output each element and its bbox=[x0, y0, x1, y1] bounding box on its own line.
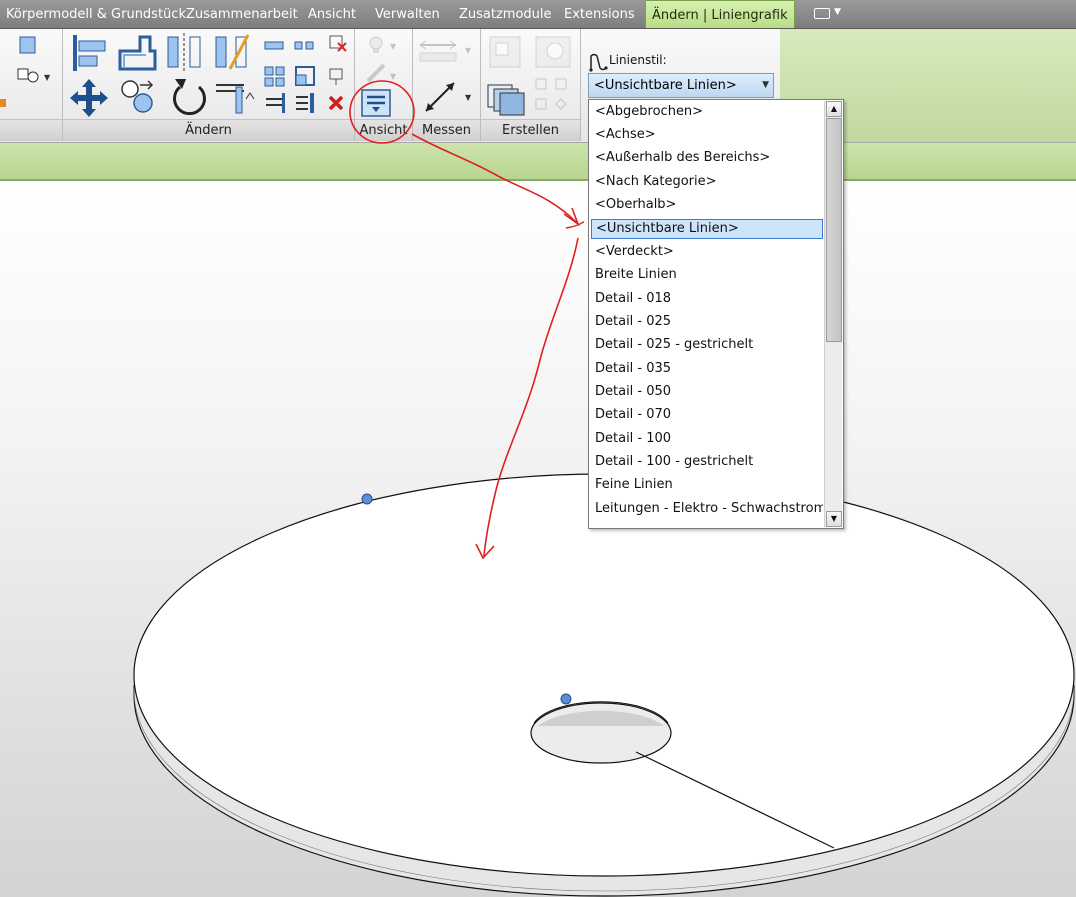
tab-koerpermodell[interactable]: Körpermodell & Grundstück bbox=[0, 0, 192, 28]
split-icon[interactable] bbox=[264, 41, 284, 50]
unpin-icon[interactable] bbox=[329, 35, 347, 52]
offset-icon[interactable] bbox=[118, 35, 157, 71]
option-detail-025-gestrichelt[interactable]: Detail - 025 - gestrichelt bbox=[591, 335, 823, 355]
disc-model bbox=[133, 473, 1075, 897]
group-icon bbox=[535, 78, 567, 110]
copy-icon[interactable] bbox=[121, 80, 154, 113]
rotate-icon[interactable] bbox=[173, 79, 206, 116]
pin-icon[interactable] bbox=[329, 68, 343, 85]
option-abgebrochen[interactable]: <Abgebrochen> bbox=[591, 102, 823, 122]
panel-title-aendern[interactable]: Ändern bbox=[63, 119, 354, 141]
tab-extensions[interactable]: Extensions bbox=[558, 0, 641, 28]
trim-icon[interactable] bbox=[216, 84, 255, 114]
svg-text:▼: ▼ bbox=[390, 42, 397, 51]
svg-text:▼: ▼ bbox=[44, 73, 51, 82]
line-style-value: <Unsichtbare Linien> bbox=[594, 78, 737, 93]
line-style-dropdown-list[interactable]: <Abgebrochen> <Achse> <Außerhalb des Ber… bbox=[588, 99, 844, 529]
chevron-down-icon[interactable]: ▼ bbox=[834, 7, 841, 17]
option-leitungen-elektro-schwachstrom[interactable]: Leitungen - Elektro - Schwachstrom bbox=[591, 499, 823, 519]
scrollbar-thumb[interactable] bbox=[826, 118, 842, 342]
trim-extend-icon[interactable] bbox=[266, 93, 285, 113]
panel-title-messen[interactable]: Messen bbox=[413, 119, 480, 141]
line-style-icon bbox=[589, 53, 608, 72]
line-style-label: Linienstil: bbox=[609, 53, 667, 67]
panel-title-ansicht[interactable]: Ansicht bbox=[355, 119, 412, 141]
option-detail-070[interactable]: Detail - 070 bbox=[591, 405, 823, 425]
panel-title-erstellen[interactable]: Erstellen bbox=[481, 119, 580, 141]
tab-verwalten[interactable]: Verwalten bbox=[369, 0, 446, 28]
tab-ansicht[interactable]: Ansicht bbox=[302, 0, 362, 28]
option-nach-kategorie[interactable]: <Nach Kategorie> bbox=[591, 172, 823, 192]
option-detail-018[interactable]: Detail - 018 bbox=[591, 289, 823, 309]
tab-zusammenarbeit[interactable]: Zusammenarbeit bbox=[180, 0, 304, 28]
option-achse[interactable]: <Achse> bbox=[591, 125, 823, 145]
option-detail-100-gestrichelt[interactable]: Detail - 100 - gestrichelt bbox=[591, 452, 823, 472]
trim-multiple-icon[interactable] bbox=[296, 93, 314, 113]
option-detail-050[interactable]: Detail - 050 bbox=[591, 382, 823, 402]
array-icon[interactable] bbox=[264, 66, 285, 87]
options-bar bbox=[0, 143, 1076, 181]
create-similar-icon bbox=[535, 36, 571, 68]
panel-title-left bbox=[0, 119, 62, 141]
option-detail-100[interactable]: Detail - 100 bbox=[591, 429, 823, 449]
scale-icon[interactable] bbox=[295, 66, 315, 86]
grip-handle[interactable] bbox=[361, 493, 373, 505]
split-gap-icon[interactable] bbox=[294, 41, 314, 50]
option-verdeckt[interactable]: <Verdeckt> bbox=[591, 242, 823, 262]
mirror-axis-icon[interactable] bbox=[167, 33, 201, 71]
chevron-down-icon[interactable]: ▼ bbox=[762, 74, 769, 97]
paint-icon: ▼ bbox=[366, 63, 397, 83]
move-icon[interactable] bbox=[70, 79, 108, 117]
select-icon[interactable]: ▼ bbox=[0, 36, 51, 107]
option-feine-linien[interactable]: Feine Linien bbox=[591, 475, 823, 495]
ribbon-tool-icons: ▼ ▼ ▼ ▼ ▼ bbox=[0, 33, 571, 117]
option-detail-035[interactable]: Detail - 035 bbox=[591, 359, 823, 379]
create-parts-icon[interactable] bbox=[487, 84, 525, 116]
delete-icon[interactable] bbox=[328, 95, 344, 111]
option-detail-025[interactable]: Detail - 025 bbox=[591, 312, 823, 332]
scroll-up-button[interactable]: ▲ bbox=[826, 101, 842, 117]
bulb-icon: ▼ bbox=[369, 36, 397, 53]
measure-icon: ▼ bbox=[419, 40, 472, 62]
option-breite-linien[interactable]: Breite Linien bbox=[591, 265, 823, 285]
line-style-combobox[interactable]: <Unsichtbare Linien> ▼ bbox=[588, 73, 774, 98]
drawing-viewport[interactable] bbox=[0, 181, 1076, 897]
tab-aendern-liniengrafik[interactable]: Ändern | Liniengrafik bbox=[645, 0, 795, 28]
option-unsichtbare-linien[interactable]: <Unsichtbare Linien> bbox=[591, 219, 823, 239]
panel-toggle-icon[interactable] bbox=[814, 8, 830, 19]
scroll-down-button[interactable]: ▼ bbox=[826, 511, 842, 527]
svg-text:▼: ▼ bbox=[465, 93, 472, 102]
option-oberhalb[interactable]: <Oberhalb> bbox=[591, 195, 823, 215]
ribbon-tab-bar: Körpermodell & Grundstück Zusammenarbeit… bbox=[0, 0, 1076, 29]
panel-separator bbox=[580, 29, 581, 141]
show-hidden-lines-icon[interactable] bbox=[361, 89, 391, 117]
mirror-draw-icon[interactable] bbox=[215, 34, 250, 70]
grip-handle[interactable] bbox=[560, 693, 572, 705]
svg-text:▼: ▼ bbox=[390, 72, 397, 81]
create-assembly-icon bbox=[489, 36, 521, 68]
option-ausserhalb-bereich[interactable]: <Außerhalb des Bereichs> bbox=[591, 148, 823, 168]
svg-text:▼: ▼ bbox=[465, 46, 472, 55]
tab-zusatzmodule[interactable]: Zusatzmodule bbox=[453, 0, 558, 28]
dimension-icon[interactable]: ▼ bbox=[425, 82, 472, 112]
dropdown-scrollbar[interactable]: ▲ ▼ bbox=[824, 101, 842, 527]
align-icon[interactable] bbox=[73, 35, 106, 71]
